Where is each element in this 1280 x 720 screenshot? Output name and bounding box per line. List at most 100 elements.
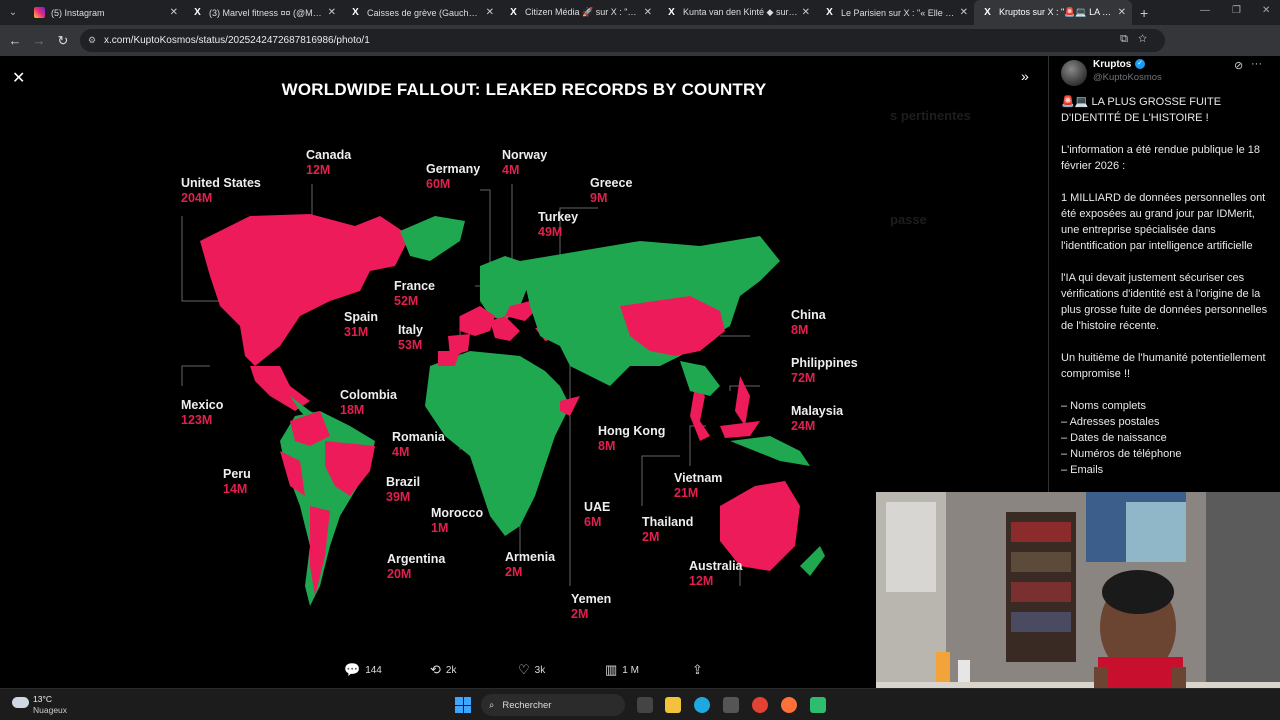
browser-tab[interactable]: X Kruptos sur X : "🚨💻 LA PLUS ✕	[974, 0, 1132, 25]
tab-bar: ⌄ (5) Instagram ✕ X (3) Marvel fitness ¤¤ (…	[0, 0, 1280, 25]
list-item: – Noms complets	[1061, 400, 1146, 412]
tab-close-icon[interactable]: ✕	[802, 7, 810, 18]
country-label: Morocco 1M	[431, 506, 484, 535]
like-button[interactable]: ♡ 3k	[518, 662, 545, 678]
list-item: – Emails	[1061, 464, 1104, 476]
country-label: Australia 12M	[689, 559, 743, 588]
x-icon: X	[352, 7, 359, 18]
site-info-icon[interactable]: ⚙	[88, 35, 96, 46]
tab-close-icon[interactable]: ✕	[170, 7, 178, 18]
country-label: Germany 60M	[426, 162, 481, 191]
webcam-overlay	[876, 492, 1280, 720]
edge-icon[interactable]	[694, 697, 710, 713]
reply-icon: 💬	[344, 662, 361, 677]
like-count: 3k	[534, 664, 546, 676]
search-icon: ⌕	[489, 699, 495, 711]
browser-tab[interactable]: X Citizen Média 🚀 sur X : "¤¤ 🇫 ✕	[500, 0, 658, 25]
share-icon: ⇪	[692, 662, 703, 677]
windows-start-icon[interactable]	[455, 697, 471, 713]
expand-icon[interactable]: »	[1021, 68, 1029, 84]
taskbar-search[interactable]: ⌕ Rechercher	[481, 694, 625, 716]
tweet-paragraph: 🚨💻 LA PLUS GROSSE FUITE D'IDENTITÉ DE L'…	[1061, 96, 1222, 124]
views-button[interactable]: ▥ 1 M	[605, 662, 639, 678]
repost-button[interactable]: ⟲ 2k	[430, 662, 456, 678]
avatar[interactable]	[1061, 60, 1087, 86]
tab-close-icon[interactable]: ✕	[960, 7, 968, 18]
tweet-paragraph: 1 MILLIARD de données personnelles ont é…	[1061, 192, 1266, 252]
search-placeholder: Rechercher	[502, 699, 552, 711]
url-text: x.com/KuptoKosmos/status/202524247268781…	[104, 35, 370, 46]
address-bar-actions[interactable]: ⧉☆	[1120, 33, 1157, 46]
minimize-icon[interactable]: —	[1200, 5, 1210, 16]
underlay-heading: s pertinentes	[890, 108, 971, 123]
browser-tab[interactable]: (5) Instagram ✕	[26, 0, 184, 25]
webcam-scene	[876, 492, 1280, 720]
address-bar[interactable]: ⚙ x.com/KuptoKosmos/status/2025242472687…	[80, 29, 1165, 52]
tab-close-icon[interactable]: ✕	[486, 7, 494, 18]
country-label: France 52M	[394, 279, 435, 308]
app-icon[interactable]	[810, 697, 826, 713]
tab-title: (3) Marvel fitness ¤¤ (@Marvel_	[209, 7, 324, 18]
task-view-icon[interactable]	[637, 697, 653, 713]
tab-search-icon[interactable]: ⌄	[0, 0, 26, 25]
forward-icon[interactable]: →	[27, 33, 51, 48]
repost-count: 2k	[445, 664, 457, 676]
reply-button[interactable]: 💬 144	[344, 662, 382, 678]
view-count: 1 M	[622, 664, 639, 676]
tabs-container: (5) Instagram ✕ X (3) Marvel fitness ¤¤ (@M…	[26, 0, 1132, 25]
browser-tab[interactable]: X Kunta van den Kinté ◆ sur X : " ✕	[658, 0, 816, 25]
tab-close-icon[interactable]: ✕	[644, 7, 652, 18]
navigation-bar: ← → ↻ ⚙ x.com/KuptoKosmos/status/2025242…	[0, 25, 1280, 70]
author-handle[interactable]: @KuptoKosmos	[1093, 72, 1162, 83]
repost-icon: ⟲	[430, 662, 441, 677]
list-item: – Numéros de téléphone	[1061, 448, 1182, 460]
weather-temperature[interactable]: 13°C	[33, 694, 52, 704]
browser-tab[interactable]: X (3) Marvel fitness ¤¤ (@Marvel_ ✕	[184, 0, 342, 25]
x-icon: X	[668, 7, 675, 18]
country-label: Norway 4M	[502, 148, 548, 177]
data-types-list: – Noms complets – Adresses postales – Da…	[1061, 398, 1275, 478]
country-label: Mexico 123M	[181, 398, 224, 427]
list-item: – Adresses postales	[1061, 416, 1160, 428]
tab-title: Kruptos sur X : "🚨💻 LA PLUS	[999, 7, 1114, 17]
country-label: UAE 6M	[584, 500, 611, 529]
chrome-icon[interactable]	[752, 697, 768, 713]
country-label: Turkey 49M	[538, 210, 579, 239]
store-icon[interactable]	[723, 697, 739, 713]
country-label: Argentina 20M	[387, 552, 446, 581]
x-icon: X	[510, 7, 517, 18]
more-options-icon[interactable]: ···	[1251, 58, 1262, 70]
file-explorer-icon[interactable]	[665, 697, 681, 713]
back-icon[interactable]: ←	[3, 33, 27, 48]
analytics-icon: ▥	[605, 662, 618, 677]
x-icon: X	[984, 7, 991, 18]
country-label: United States 204M	[181, 176, 261, 205]
instagram-icon	[34, 7, 45, 18]
new-tab-button[interactable]: +	[1140, 5, 1148, 21]
firefox-icon[interactable]	[781, 697, 797, 713]
country-label: Spain 31M	[344, 310, 379, 339]
tweet-text: 🚨💻 LA PLUS GROSSE FUITE D'IDENTITÉ DE L'…	[1061, 94, 1275, 478]
maximize-icon[interactable]: ❐	[1232, 5, 1241, 16]
browser-tab[interactable]: X Le Parisien sur X : "« Elle m'a pr ✕	[816, 0, 974, 25]
weather-description[interactable]: Nuageux	[33, 705, 67, 715]
reload-icon[interactable]: ↻	[51, 33, 75, 49]
close-icon[interactable]: ✕	[12, 68, 25, 88]
taskbar: 13°C Nuageux ⌕ Rechercher	[0, 688, 1280, 720]
share-button[interactable]: ⇪	[692, 662, 703, 678]
tab-close-icon[interactable]: ✕	[1118, 7, 1126, 18]
cloud-icon[interactable]	[12, 697, 29, 708]
country-label: Romania 4M	[392, 430, 445, 459]
country-label: Yemen 2M	[571, 592, 612, 621]
close-window-icon[interactable]: ✕	[1262, 5, 1270, 16]
photo-viewer: ✕ s pertinentes passe » WORLDWIDE FALLOU…	[0, 56, 1280, 720]
country-label: Thailand 2M	[642, 515, 694, 544]
x-icon: X	[194, 7, 201, 18]
country-label: Peru 14M	[223, 467, 251, 496]
country-label: Armenia 2M	[505, 550, 556, 579]
browser-tab[interactable]: X Caisses de grève (Gauche Gaza ✕	[342, 0, 500, 25]
grok-icon[interactable]: ⊘	[1234, 59, 1243, 72]
country-label: Malaysia 24M	[791, 404, 844, 433]
author-name[interactable]: Kruptos	[1093, 59, 1131, 70]
tab-close-icon[interactable]: ✕	[328, 7, 336, 18]
